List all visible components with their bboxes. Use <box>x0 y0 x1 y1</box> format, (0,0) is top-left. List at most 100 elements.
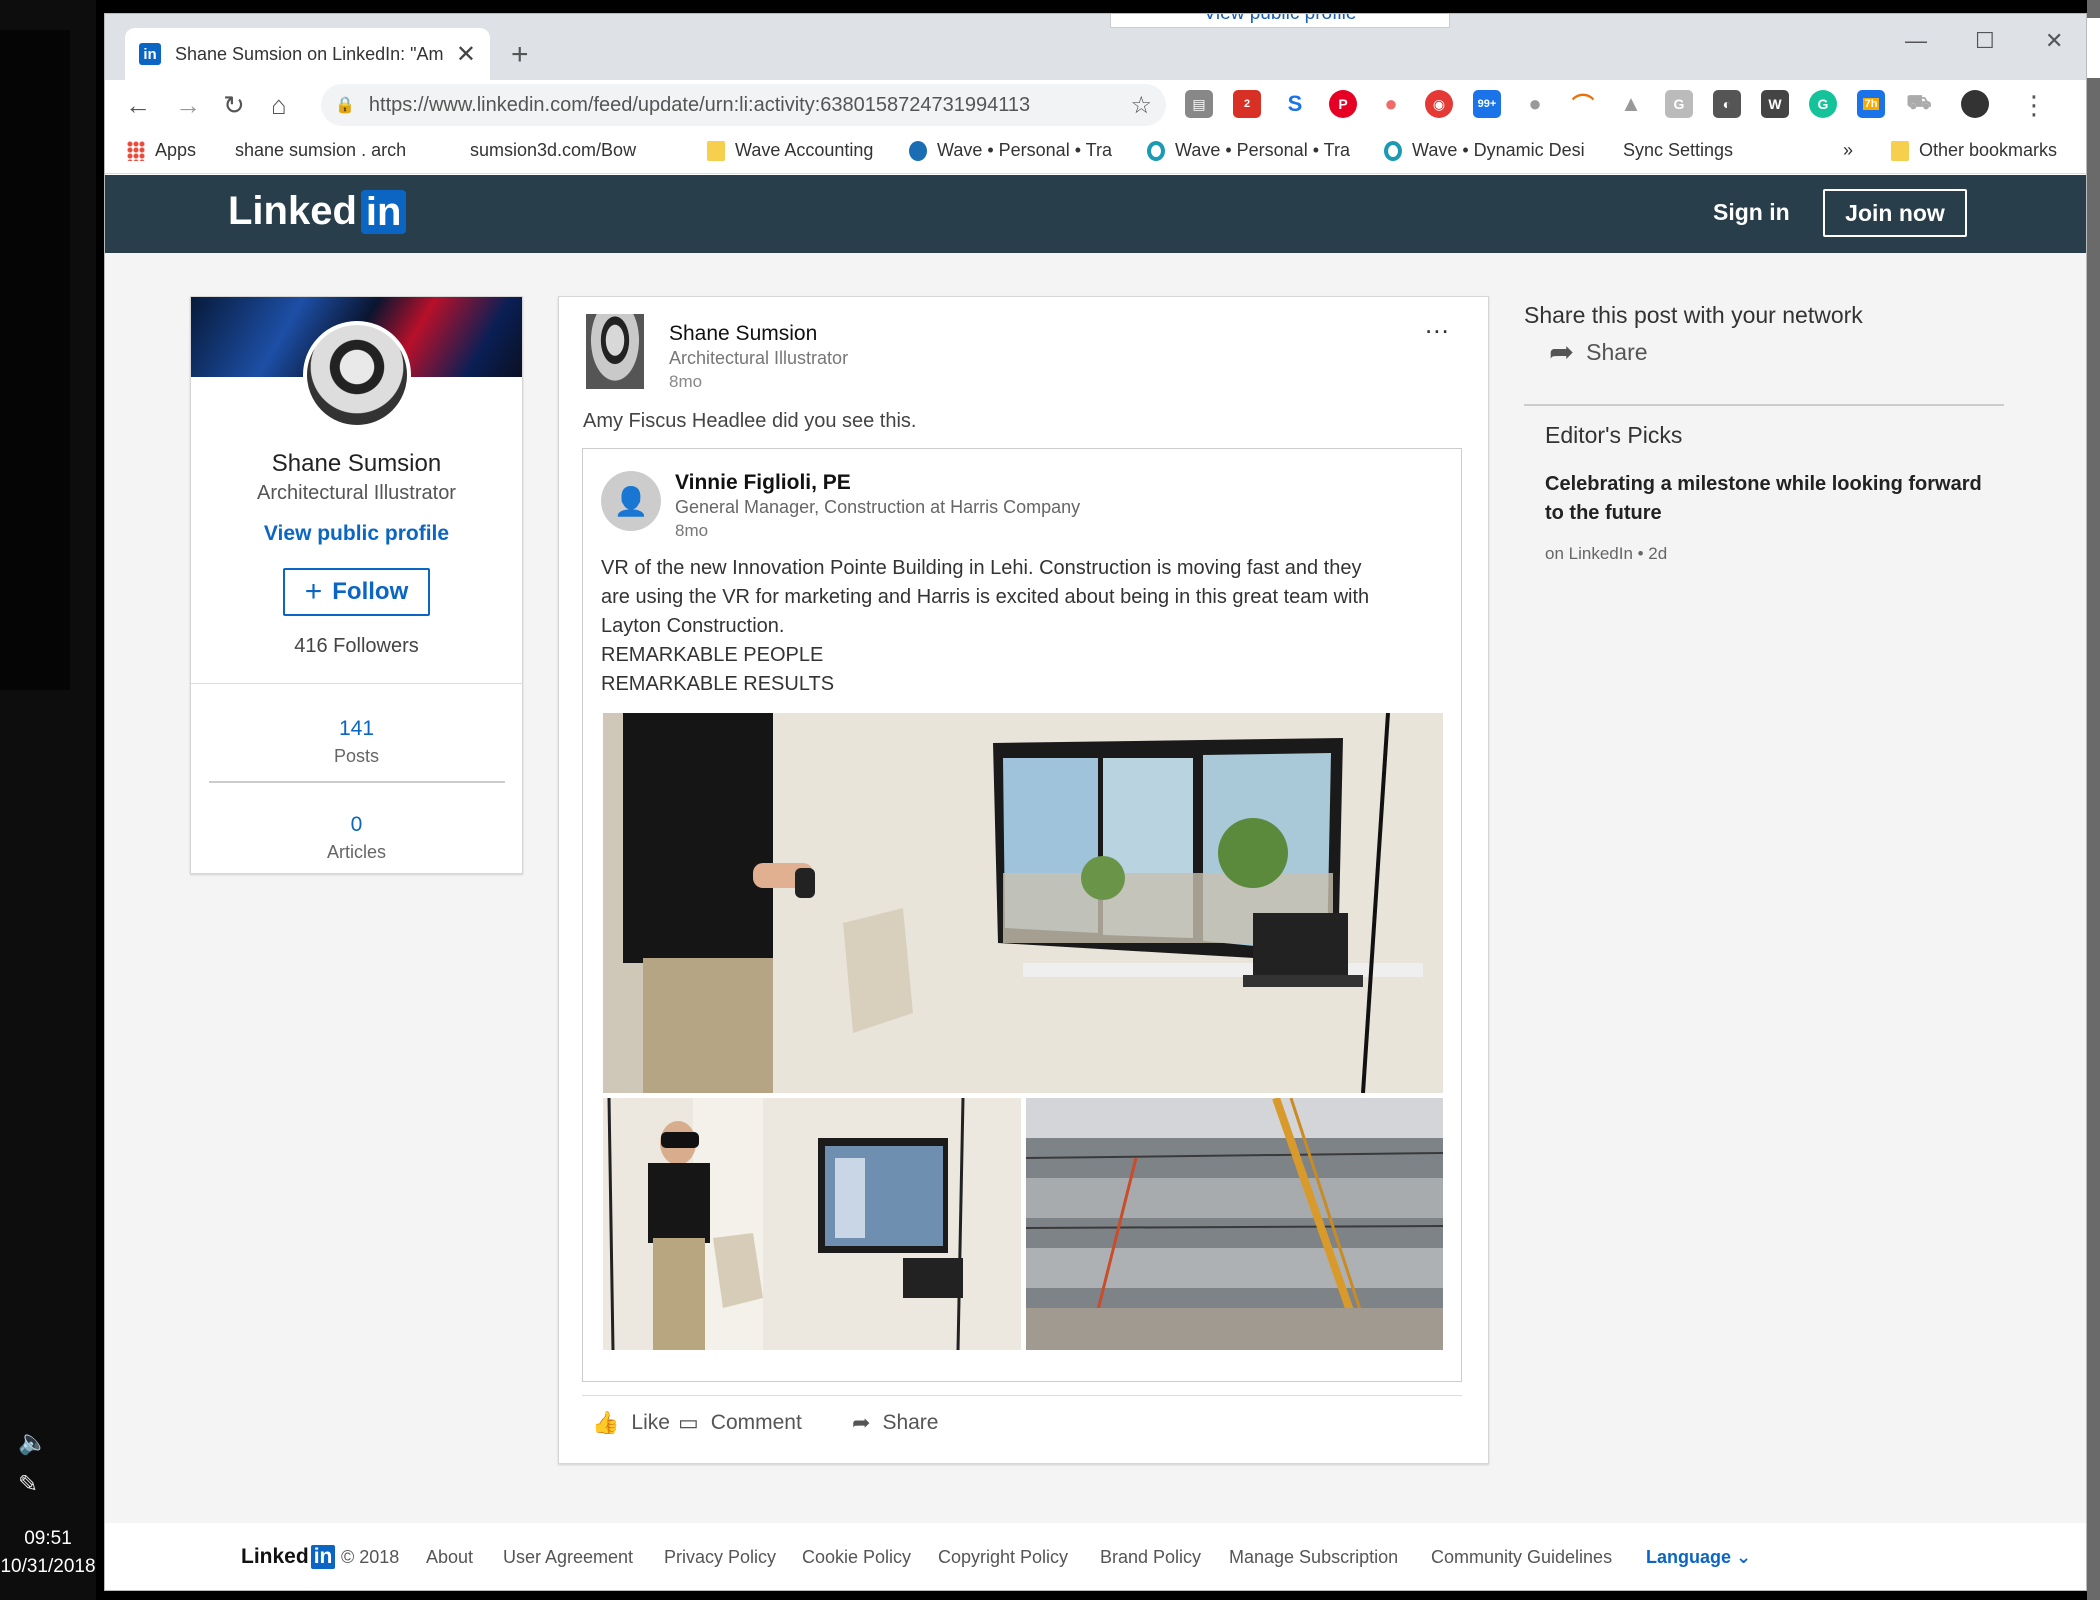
articles-count[interactable]: 0 <box>191 813 522 837</box>
extension-reader-icon[interactable]: ▤ <box>1185 90 1213 118</box>
grammarly-icon[interactable]: G <box>1809 90 1837 118</box>
join-now-button[interactable]: Join now <box>1823 189 1967 237</box>
tab-linkedin[interactable]: in Shane Sumsion on LinkedIn: "Am ✕ <box>125 28 490 80</box>
extension-keep-icon[interactable]: ◐ <box>1713 90 1741 118</box>
like-button[interactable]: 👍 Like <box>592 1410 670 1436</box>
person-placeholder-icon[interactable]: 👤 <box>601 471 661 531</box>
bookmark-item[interactable]: Wave Accounting <box>707 140 873 161</box>
shared-author-headline: General Manager, Construction at Harris … <box>675 497 1081 517</box>
new-tab-button[interactable]: + <box>511 38 529 72</box>
extension-shield-icon[interactable]: ◉ <box>1425 90 1453 118</box>
bookmark-star-icon[interactable]: ☆ <box>1130 91 1152 120</box>
language-selector[interactable]: Language ⌄ <box>1646 1547 1751 1568</box>
vr-demo-illustration <box>603 713 1443 1093</box>
follow-button[interactable]: + Follow <box>283 568 430 616</box>
speaker-icon[interactable]: 🔈 <box>18 1428 48 1457</box>
posts-label[interactable]: Posts <box>191 746 522 767</box>
lock-icon: 🔒 <box>335 97 355 114</box>
menu-kebab-icon[interactable]: ⋮ <box>2021 90 2047 121</box>
profile-avatar[interactable] <box>1961 90 1989 118</box>
drive-icon[interactable]: ▲ <box>1617 90 1645 118</box>
bookmarks-overflow-button[interactable]: » <box>1843 140 1853 161</box>
post-photo-vr-demo[interactable] <box>603 713 1443 1093</box>
linkedin-page: Linked in Sign in Join now Shane Sumsion … <box>105 175 2086 1590</box>
home-icon[interactable]: ⌂ <box>271 90 287 121</box>
profile-name[interactable]: Shane Sumsion <box>191 450 522 478</box>
pen-icon[interactable]: ✎ <box>18 1470 38 1499</box>
footer-linkedin-logo[interactable]: Linked in <box>241 1545 336 1569</box>
close-window-button[interactable]: ✕ <box>2045 28 2063 54</box>
bookmark-item[interactable]: Sync Settings <box>1623 140 1733 321</box>
wave-icon <box>1384 140 1402 161</box>
footer-link[interactable]: About <box>426 1547 473 1568</box>
shared-author-name[interactable]: Vinnie Figlioli, PE <box>675 471 851 495</box>
bookmark-item[interactable]: Wave • Personal • Tra <box>909 140 1112 161</box>
post-author-avatar[interactable] <box>586 314 644 389</box>
extension-w-icon[interactable]: W <box>1761 90 1789 118</box>
avatar[interactable] <box>303 321 411 429</box>
footer-link[interactable]: Copyright Policy <box>938 1547 1068 1568</box>
share-arrow-icon: ➦ <box>1549 336 1575 369</box>
extension-mail-icon[interactable]: 99+ <box>1473 90 1501 118</box>
bookmark-item[interactable]: Wave • Personal • Tra <box>1147 140 1350 161</box>
tab-title: Shane Sumsion on LinkedIn: "Am <box>175 43 444 64</box>
plus-icon: + <box>304 575 323 608</box>
taskbar-date[interactable]: 10/31/2018 <box>0 1556 96 1578</box>
browser-window: View public profile in Shane Sumsion on … <box>104 13 2087 1591</box>
browser-toolbar: ← → ↻ ⌂ 🔒 https://www.linkedin.com/feed/… <box>105 80 2086 130</box>
more-options-icon[interactable]: ... <box>1425 309 1450 340</box>
taskbar-time[interactable]: 09:51 <box>0 1528 96 1550</box>
back-arrow-icon[interactable]: ← <box>125 90 151 121</box>
post-photo-vr-headset[interactable] <box>603 1098 1021 1350</box>
share-button[interactable]: ➦ Share <box>852 1410 938 1436</box>
shared-post[interactable]: 👤 Vinnie Figlioli, PE General Manager, C… <box>582 448 1462 1382</box>
post-author-name[interactable]: Shane Sumsion <box>669 322 817 346</box>
sign-in-link[interactable]: Sign in <box>1713 199 1790 226</box>
bookmark-item[interactable]: Apps <box>127 140 196 161</box>
posts-count[interactable]: 141 <box>191 717 522 741</box>
reload-icon[interactable]: ↻ <box>223 90 245 121</box>
post-time: 8mo <box>669 372 703 391</box>
bookmarks-bar: Apps shane sumsion . arch sumsion3d.com/… <box>105 130 2086 321</box>
wave-icon <box>909 140 927 161</box>
linkedin-logo[interactable]: Linked in <box>228 189 407 234</box>
articles-label[interactable]: Articles <box>191 842 522 863</box>
extension-rainbow-icon[interactable]: ⌒ <box>1569 90 1597 118</box>
footer-link[interactable]: Manage Subscription <box>1229 1547 1398 1568</box>
taskbar: 🔈 ✎ 09:51 10/31/2018 <box>0 0 96 1600</box>
bookmark-item[interactable]: sumsion3d.com/Bow <box>470 140 636 321</box>
construction-illustration <box>1026 1098 1443 1350</box>
footer-link[interactable]: Cookie Policy <box>802 1547 911 1568</box>
background-window-edge <box>2087 0 2100 1600</box>
post-actions: 👍 Like ▭ Comment ➦ Share <box>582 1395 1462 1435</box>
comment-icon: ▭ <box>678 1410 699 1435</box>
footer-link[interactable]: Community Guidelines <box>1431 1547 1612 1568</box>
footer-link[interactable]: User Agreement <box>503 1547 633 1568</box>
maximize-button[interactable]: ☐ <box>1975 28 1995 54</box>
minimize-button[interactable]: — <box>1905 28 1927 54</box>
extension-g-icon[interactable]: G <box>1665 90 1693 118</box>
post-photo-construction[interactable] <box>1026 1098 1443 1350</box>
extension-s-icon[interactable]: S <box>1281 90 1309 118</box>
asana-icon[interactable]: ● <box>1377 90 1405 118</box>
extension-calendar-icon[interactable]: 7h <box>1857 90 1885 118</box>
rail-share-button[interactable]: ➦ Share <box>1549 335 1648 370</box>
lightbulb-icon[interactable]: ● <box>1521 90 1549 118</box>
extension-car-icon[interactable]: ⛟ <box>1905 90 1933 118</box>
other-bookmarks[interactable]: Other bookmarks <box>1891 140 2057 161</box>
tab-close-icon[interactable]: ✕ <box>456 40 476 69</box>
forward-arrow-icon[interactable]: → <box>175 90 201 121</box>
post-card: Shane Sumsion Architectural Illustrator … <box>558 296 1489 1464</box>
bookmark-item[interactable]: shane sumsion . arch <box>235 140 406 321</box>
address-bar[interactable]: 🔒 https://www.linkedin.com/feed/update/u… <box>321 84 1166 126</box>
footer-copyright: © 2018 <box>341 1547 400 1567</box>
footer-link[interactable]: Privacy Policy <box>664 1547 776 1568</box>
footer-link[interactable]: Brand Policy <box>1100 1547 1201 1568</box>
page-footer: Linked in © 2018 About User Agreement Pri… <box>105 1523 2086 1590</box>
view-public-profile-link[interactable]: View public profile <box>191 522 522 546</box>
bookmark-item[interactable]: Wave • Dynamic Desi <box>1384 140 1585 161</box>
editors-pick-link[interactable]: Celebrating a milestone while looking fo… <box>1545 470 2005 528</box>
pinterest-icon[interactable]: P <box>1329 90 1357 118</box>
comment-button[interactable]: ▭ Comment <box>678 1410 802 1436</box>
extension-todoist-icon[interactable]: 2 <box>1233 90 1261 118</box>
